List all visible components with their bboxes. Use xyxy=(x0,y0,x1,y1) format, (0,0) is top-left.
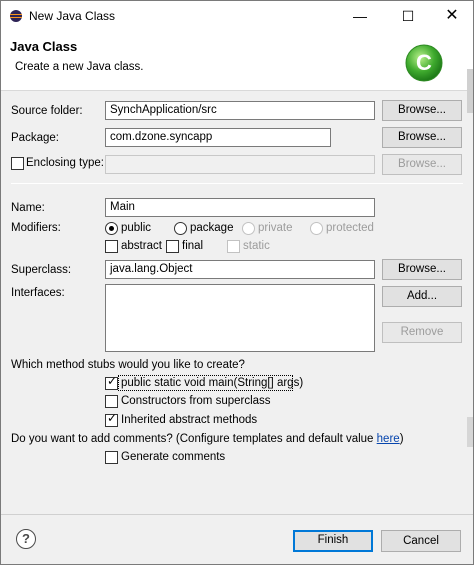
modifier-package-label: package xyxy=(190,222,234,234)
finish-button[interactable]: Finish xyxy=(293,530,373,552)
page-description: Create a new Java class. xyxy=(15,61,144,73)
enclosing-type-browse-button: Browse... xyxy=(382,154,462,175)
checkmark-icon: ✓ xyxy=(107,374,118,388)
superclass-field[interactable]: java.lang.Object xyxy=(105,260,375,279)
main-method-label: public static void main(String[] args) xyxy=(121,377,304,389)
inherited-methods-checkbox[interactable]: ✓ xyxy=(105,411,118,427)
modifier-private-label: private xyxy=(258,222,293,234)
modifier-protected-radio xyxy=(310,222,323,235)
wizard-banner: Java Class Create a new Java class. C xyxy=(1,31,473,113)
main-method-checkbox[interactable]: ✓ xyxy=(105,374,118,390)
modifier-private-radio xyxy=(242,222,255,235)
interfaces-add-button[interactable]: Add... xyxy=(382,286,462,307)
java-class-logo-icon: C xyxy=(405,44,443,82)
separator xyxy=(11,183,463,184)
abstract-label: abstract xyxy=(121,240,162,252)
window-title: New Java Class xyxy=(29,9,116,23)
source-folder-browse-button[interactable]: Browse... xyxy=(382,100,462,121)
static-label: static xyxy=(243,240,270,252)
source-folder-label: Source folder: xyxy=(11,105,83,117)
modifier-protected-label: protected xyxy=(326,222,374,234)
inherited-methods-label: Inherited abstract methods xyxy=(121,414,258,426)
source-folder-field[interactable]: SynchApplication/src xyxy=(105,101,375,120)
close-icon[interactable]: ✕ xyxy=(429,1,474,31)
static-checkbox xyxy=(227,240,240,253)
footer-separator xyxy=(1,514,473,515)
modifier-public-radio[interactable] xyxy=(105,222,118,235)
enclosing-type-label: Enclosing type: xyxy=(26,157,104,169)
superclass-label: Superclass: xyxy=(11,264,72,276)
comments-question-end: ) xyxy=(399,433,404,445)
method-stubs-question: Which method stubs would you like to cre… xyxy=(11,359,245,371)
modifiers-label: Modifiers: xyxy=(11,222,61,234)
checkmark-icon: ✓ xyxy=(107,411,118,425)
package-label: Package: xyxy=(11,132,59,144)
new-java-class-dialog: New Java Class — ☐ ✕ Java Class Create a… xyxy=(0,0,474,565)
generate-comments-label: Generate comments xyxy=(121,451,226,463)
comments-question-text: Do you want to add comments? (Configure … xyxy=(11,433,377,445)
final-checkbox[interactable] xyxy=(166,240,179,253)
name-field[interactable]: Main xyxy=(105,198,375,217)
page-title: Java Class xyxy=(10,39,78,54)
configure-templates-link[interactable]: here xyxy=(377,433,400,445)
enclosing-type-field xyxy=(105,155,375,174)
interfaces-list[interactable] xyxy=(105,284,375,352)
interfaces-remove-button: Remove xyxy=(382,322,462,343)
modifier-public-label: public xyxy=(121,222,152,234)
logo-letter: C xyxy=(416,50,432,75)
title-bar: New Java Class — ☐ ✕ xyxy=(1,1,473,31)
package-field[interactable]: com.dzone.syncapp xyxy=(105,128,331,147)
abstract-checkbox[interactable] xyxy=(105,240,118,253)
comments-question: Do you want to add comments? (Configure … xyxy=(11,433,404,445)
generate-comments-checkbox[interactable] xyxy=(105,451,118,464)
minimize-icon[interactable]: — xyxy=(337,1,383,31)
window-edge xyxy=(467,417,473,447)
constructors-checkbox[interactable] xyxy=(105,395,118,408)
cancel-button[interactable]: Cancel xyxy=(381,530,461,552)
name-label: Name: xyxy=(11,202,45,214)
enclosing-type-checkbox[interactable] xyxy=(11,157,24,170)
help-icon[interactable]: ? xyxy=(16,529,36,549)
final-label: final xyxy=(182,240,204,252)
maximize-icon[interactable]: ☐ xyxy=(385,1,431,31)
package-browse-button[interactable]: Browse... xyxy=(382,127,462,148)
eclipse-app-icon xyxy=(10,10,22,22)
superclass-browse-button[interactable]: Browse... xyxy=(382,259,462,280)
banner-edge xyxy=(467,69,473,113)
modifier-package-radio[interactable] xyxy=(174,222,187,235)
interfaces-label: Interfaces: xyxy=(11,287,65,299)
constructors-label: Constructors from superclass xyxy=(121,395,271,407)
